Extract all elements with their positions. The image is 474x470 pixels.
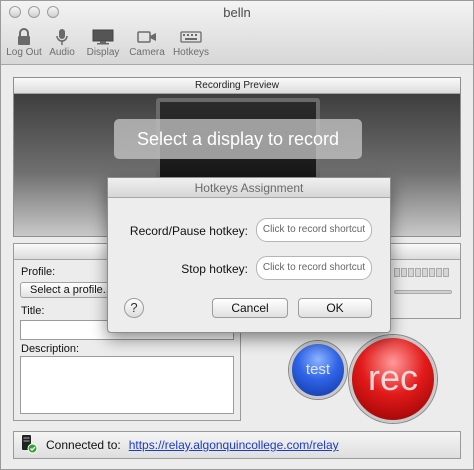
meter-segment (422, 268, 428, 277)
toolbar-display-label: Display (86, 47, 120, 58)
toolbar-camera-label: Camera (129, 47, 165, 58)
select-display-message: Select a display to record (114, 119, 362, 159)
meter-segment (429, 268, 435, 277)
connected-label: Connected to: (46, 438, 121, 452)
title-label: Title: (21, 305, 45, 317)
audio-panel-header (388, 244, 460, 260)
connection-status-icon (20, 434, 38, 457)
meter-segment (394, 268, 400, 277)
app-window: belln Log Out Audio Display Camera Hotke… (0, 0, 474, 470)
help-button[interactable]: ? (124, 298, 144, 318)
microphone-icon (56, 27, 68, 47)
relay-link[interactable]: https://relay.algonquincollege.com/relay (129, 438, 339, 452)
lock-icon (17, 27, 31, 47)
record-pause-shortcut-field[interactable]: Click to record shortcut (256, 218, 372, 242)
cancel-button[interactable]: Cancel (212, 298, 288, 318)
volume-slider[interactable] (394, 290, 452, 294)
toolbar-audio-label: Audio (49, 47, 75, 58)
description-textarea[interactable] (20, 356, 234, 414)
record-button[interactable]: rec (349, 335, 437, 423)
audio-level-meter (394, 268, 449, 277)
window-title: belln (223, 5, 251, 20)
toolbar-audio-button[interactable]: Audio (43, 27, 81, 58)
meter-segment (415, 268, 421, 277)
status-bar: Connected to: https://relay.algonquincol… (13, 431, 461, 459)
toolbar-logout-button[interactable]: Log Out (5, 27, 43, 58)
title-toolbar: belln Log Out Audio Display Camera Hotke… (1, 1, 473, 65)
hotkeys-dialog: Hotkeys Assignment Record/Pause hotkey: … (107, 177, 391, 333)
toolbar-display-button[interactable]: Display (81, 27, 125, 58)
profile-label: Profile: (21, 266, 56, 278)
recording-preview-header: Recording Preview (14, 78, 460, 94)
dialog-title: Hotkeys Assignment (108, 178, 390, 198)
toolbar-hotkeys-label: Hotkeys (172, 47, 210, 58)
meter-segment (408, 268, 414, 277)
camera-icon (137, 27, 157, 47)
toolbar-logout-label: Log Out (6, 47, 42, 58)
keyboard-icon (180, 27, 202, 47)
ok-button[interactable]: OK (298, 298, 372, 318)
meter-segment (436, 268, 442, 277)
toolbar-hotkeys-button[interactable]: Hotkeys (169, 27, 213, 58)
stop-shortcut-field[interactable]: Click to record shortcut (256, 256, 372, 280)
stop-hotkey-label: Stop hotkey: (181, 262, 248, 276)
meter-segment (401, 268, 407, 277)
display-icon (92, 27, 114, 47)
toolbar-camera-button[interactable]: Camera (125, 27, 169, 58)
test-button[interactable]: test (289, 341, 347, 399)
record-pause-hotkey-label: Record/Pause hotkey: (129, 224, 248, 238)
toolbar: Log Out Audio Display Camera Hotkeys (5, 27, 213, 58)
audio-level-panel (387, 243, 461, 319)
description-label: Description: (21, 343, 80, 355)
meter-segment (443, 268, 449, 277)
